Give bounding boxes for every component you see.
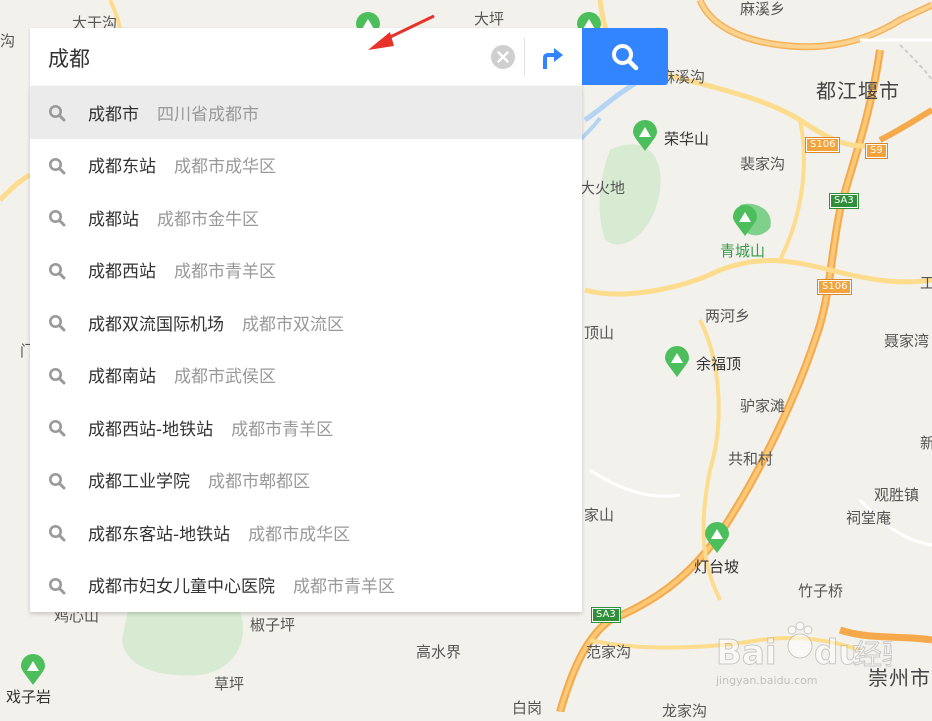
map-label: 龙家沟 — [662, 702, 708, 720]
magnifier-icon — [612, 44, 639, 71]
map-label-city: 都江堰市 — [816, 79, 900, 103]
map-label: 观胜镇 — [874, 486, 920, 504]
suggestion-item[interactable]: 成都西站-地铁站 成都市青羊区 — [30, 401, 582, 454]
search-icon — [49, 472, 66, 489]
map-label: 裴家沟 — [740, 155, 786, 173]
svg-text:jingyan.baidu.com: jingyan.baidu.com — [715, 674, 818, 687]
suggestion-name: 成都市 — [88, 104, 139, 125]
suggestion-region: 成都市成华区 — [174, 157, 276, 178]
suggestion-item[interactable]: 成都东站 成都市成华区 — [30, 139, 582, 192]
svg-text:经验: 经验 — [854, 638, 892, 671]
map-label: 工 — [920, 274, 932, 292]
suggestion-region: 四川省成都市 — [157, 104, 259, 125]
suggestion-name: 成都西站-地铁站 — [88, 419, 214, 440]
suggestion-item[interactable]: 成都站 成都市金牛区 — [30, 191, 582, 244]
map-label: 新 — [920, 434, 932, 452]
route-arrow-icon[interactable] — [536, 41, 568, 73]
map-label: 沟 — [0, 32, 16, 50]
search-icon — [49, 262, 66, 279]
suggestion-region: 成都市双流区 — [242, 314, 344, 335]
map-label: 余福顶 — [696, 355, 742, 373]
search-icon — [49, 315, 66, 332]
baidu-watermark-logo: Bai du 经验 jingyan.baidu.com — [715, 621, 892, 687]
suggestion-name: 成都南站 — [88, 367, 156, 388]
road-shield: S106 — [804, 137, 841, 153]
map-label: 椒子坪 — [250, 616, 296, 634]
map-label: 竹子桥 — [798, 582, 844, 600]
suggestion-region: 成都市武侯区 — [174, 367, 276, 388]
suggestion-region: 成都市成华区 — [248, 524, 351, 545]
map-label: 家山 — [584, 506, 615, 524]
suggestion-name: 成都双流国际机场 — [88, 314, 224, 335]
map-label: 范家沟 — [586, 643, 632, 661]
mountain-pin-icon[interactable] — [732, 205, 758, 237]
suggestion-region: 成都市郫都区 — [208, 472, 310, 493]
clear-circle-icon[interactable] — [490, 44, 516, 70]
map-label: 白岗 — [512, 699, 543, 717]
map-label: 青城山 — [720, 242, 766, 260]
suggestion-list: 成都市 四川省成都市 成都东站 成都市成华区 成都站 成都市金牛区 成都西站 成都市青羊区 成都… — [30, 86, 582, 612]
map-label: 大火地 — [580, 179, 626, 197]
search-icon — [49, 420, 66, 437]
suggestion-item[interactable]: 成都市 四川省成都市 — [30, 86, 582, 139]
suggestion-item[interactable]: 成都双流国际机场 成都市双流区 — [30, 296, 582, 349]
mountain-pin-icon[interactable] — [704, 522, 730, 554]
annotation-arrow-icon — [368, 14, 435, 50]
divider — [524, 38, 525, 76]
suggestion-region: 成都市青羊区 — [231, 419, 334, 440]
search-box — [30, 28, 582, 88]
road-shield: SA3 — [591, 607, 621, 623]
road-shield: S9 — [865, 143, 888, 159]
search-icon — [49, 525, 66, 542]
search-icon — [49, 577, 66, 594]
suggestion-item[interactable]: 成都东客站-地铁站 成都市成华区 — [30, 506, 582, 559]
suggestion-region: 成都市青羊区 — [293, 577, 395, 598]
search-button[interactable] — [582, 28, 668, 85]
road-shield: SA3 — [829, 193, 859, 209]
suggestion-region: 成都市金牛区 — [157, 209, 259, 230]
suggestion-region: 成都市青羊区 — [174, 262, 276, 283]
suggestion-item[interactable]: 成都市妇女儿童中心医院 成都市青羊区 — [30, 559, 582, 612]
map-label: 高水界 — [416, 643, 462, 661]
search-icon — [49, 157, 66, 174]
suggestion-item[interactable]: 成都工业学院 成都市郫都区 — [30, 454, 582, 507]
search-icon — [49, 210, 66, 227]
map-label: 草坪 — [214, 675, 245, 693]
suggestion-name: 成都市妇女儿童中心医院 — [88, 577, 275, 598]
map-label: 两河乡 — [705, 307, 751, 325]
search-icon — [49, 105, 66, 122]
road-shield: S106 — [816, 279, 853, 295]
map-label: 驴家滩 — [740, 397, 786, 415]
map-label: 大坪 — [474, 10, 505, 28]
search-icon — [49, 367, 66, 384]
map-label: 祠堂庵 — [846, 509, 892, 527]
map-label: 戏子岩 — [6, 688, 52, 706]
map-label: 聂家湾 — [884, 332, 930, 350]
suggestion-name: 成都西站 — [88, 262, 156, 283]
suggestion-item[interactable]: 成都南站 成都市武侯区 — [30, 349, 582, 402]
suggestion-name: 成都站 — [88, 209, 139, 230]
map-label: 麻溪乡 — [740, 0, 786, 18]
svg-text:Bai: Bai — [716, 633, 777, 673]
suggestion-name: 成都工业学院 — [88, 472, 190, 493]
map-label: 灯台坡 — [694, 558, 740, 576]
mountain-pin-icon[interactable] — [20, 654, 46, 686]
suggestion-item[interactable]: 成都西站 成都市青羊区 — [30, 244, 582, 297]
map-label: 共和村 — [728, 450, 774, 468]
mountain-pin-icon[interactable] — [632, 120, 658, 152]
mountain-pin-icon[interactable] — [664, 346, 690, 378]
map-label: 顶山 — [584, 324, 615, 342]
map-label: 荣华山 — [664, 130, 710, 148]
suggestion-name: 成都东客站-地铁站 — [88, 524, 231, 545]
suggestion-name: 成都东站 — [88, 157, 156, 178]
